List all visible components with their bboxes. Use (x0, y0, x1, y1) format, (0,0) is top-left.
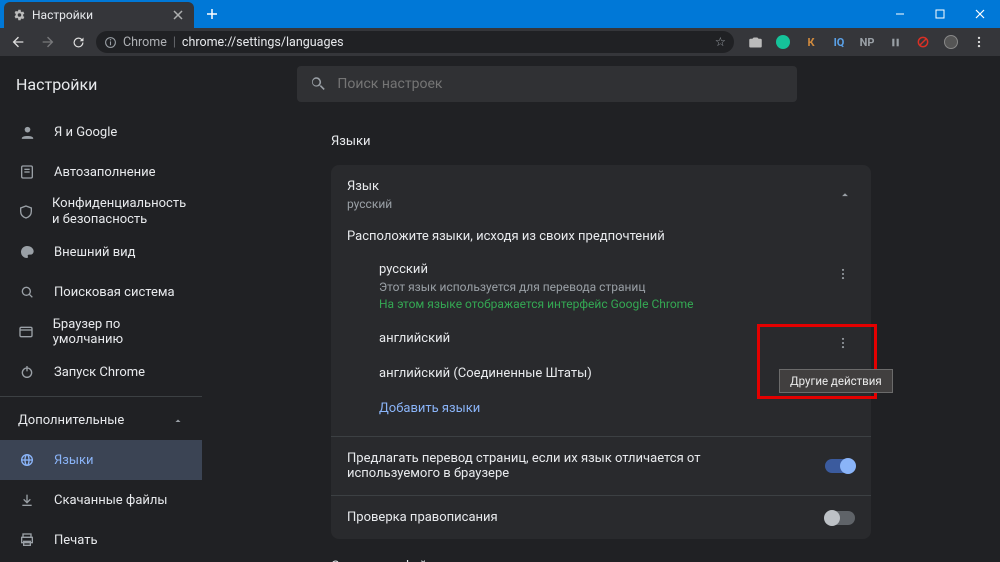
sidebar-item-appearance[interactable]: Внешний вид (0, 232, 202, 272)
spellcheck-label: Проверка правописания (347, 510, 498, 525)
search-icon (309, 75, 327, 93)
ext-iq-icon[interactable]: IQ (830, 33, 848, 51)
spellcheck-toggle-row[interactable]: Проверка правописания (331, 495, 871, 539)
sidebar-item-default-browser[interactable]: Браузер по умолчанию (0, 312, 202, 352)
chevron-up-icon (835, 185, 855, 205)
language-order-hint: Расположите языки, исходя из своих предп… (347, 229, 855, 244)
palette-icon (18, 243, 36, 261)
sidebar-item-downloads[interactable]: Скачанные файлы (0, 480, 202, 520)
language-card-header[interactable]: Язык русский (331, 165, 871, 225)
bookmark-icon[interactable]: ☆ (715, 34, 726, 50)
globe-icon (18, 451, 36, 469)
sidebar-item-print[interactable]: Печать (0, 520, 202, 560)
translate-label: Предлагать перевод страниц, если их язык… (347, 451, 777, 481)
language-more-button[interactable] (831, 331, 855, 355)
ext-grammarly-icon[interactable] (774, 33, 792, 51)
chevron-up-icon (172, 415, 184, 427)
gear-icon (12, 8, 26, 22)
browser-icon (18, 323, 35, 341)
spellcheck-toggle[interactable] (825, 511, 855, 525)
address-bar[interactable]: Chrome | chrome://settings/languages ☆ (96, 31, 734, 53)
language-row-english: английский (347, 321, 855, 356)
nav-reload[interactable] (66, 30, 90, 54)
add-language-link[interactable]: Добавить языки (347, 391, 855, 430)
nav-forward[interactable] (36, 30, 60, 54)
window-close[interactable] (960, 0, 1000, 28)
sidebar-item-search[interactable]: Поисковая система (0, 272, 202, 312)
sidebar-item-autofill[interactable]: Автозаполнение (0, 152, 202, 192)
sidebar-item-languages[interactable]: Языки (0, 440, 202, 480)
sidebar-item-privacy[interactable]: Конфиденциальность и безопасность (0, 192, 202, 232)
search-icon (18, 283, 36, 301)
person-icon (18, 123, 36, 141)
ext-block-icon[interactable] (914, 33, 932, 51)
site-info-icon[interactable] (104, 36, 117, 49)
search-input[interactable] (337, 76, 785, 92)
new-tab-button[interactable] (200, 4, 224, 24)
sidebar-section-advanced[interactable]: Дополнительные (0, 401, 202, 440)
address-url: chrome://settings/languages (182, 35, 344, 50)
window-maximize[interactable] (920, 0, 960, 28)
tab-title: Настройки (32, 8, 164, 22)
ext-np-icon[interactable]: NP (858, 33, 876, 51)
settings-header: Настройки (0, 56, 1000, 112)
nav-back[interactable] (6, 30, 30, 54)
language-more-button[interactable] (831, 262, 855, 286)
browser-toolbar: Chrome | chrome://settings/languages ☆ К… (0, 28, 1000, 56)
shield-icon (18, 203, 34, 221)
browser-menu-icon[interactable] (970, 33, 988, 51)
download-icon (18, 491, 36, 509)
browser-tab[interactable]: Настройки (4, 2, 194, 28)
ext-pause-icon[interactable] (886, 33, 904, 51)
window-titlebar: Настройки (0, 0, 1000, 28)
tooltip-more-actions: Другие действия (779, 369, 893, 393)
language-title: Язык (347, 179, 392, 194)
language-card: Язык русский Расположите языки, исходя и… (331, 165, 871, 539)
sidebar-item-me-google[interactable]: Я и Google (0, 112, 202, 152)
print-icon (18, 531, 36, 549)
page-title: Настройки (16, 75, 97, 94)
settings-main: Языки Язык русский Расположите языки, ис… (202, 112, 1000, 562)
settings-sidebar: Я и Google Автозаполнение Конфиденциальн… (0, 112, 202, 562)
ext-camera-icon[interactable] (746, 33, 764, 51)
language-row-russian: русский Этот язык используется для перев… (347, 252, 855, 321)
translate-toggle[interactable] (825, 459, 855, 473)
translate-toggle-row[interactable]: Предлагать перевод страниц, если их язык… (331, 436, 871, 495)
ext-k-icon[interactable]: К (802, 33, 820, 51)
extensions-area: К IQ NP (740, 33, 994, 51)
language-subtitle: русский (347, 197, 392, 211)
section-title-languages: Языки (331, 134, 871, 149)
address-prefix: Chrome (123, 35, 167, 50)
sidebar-item-startup[interactable]: Запуск Chrome (0, 352, 202, 392)
autofill-icon (18, 163, 36, 181)
power-icon (18, 363, 36, 381)
window-minimize[interactable] (880, 0, 920, 28)
settings-search[interactable] (297, 66, 797, 102)
tab-close-icon[interactable] (170, 7, 186, 23)
profile-avatar[interactable] (942, 33, 960, 51)
